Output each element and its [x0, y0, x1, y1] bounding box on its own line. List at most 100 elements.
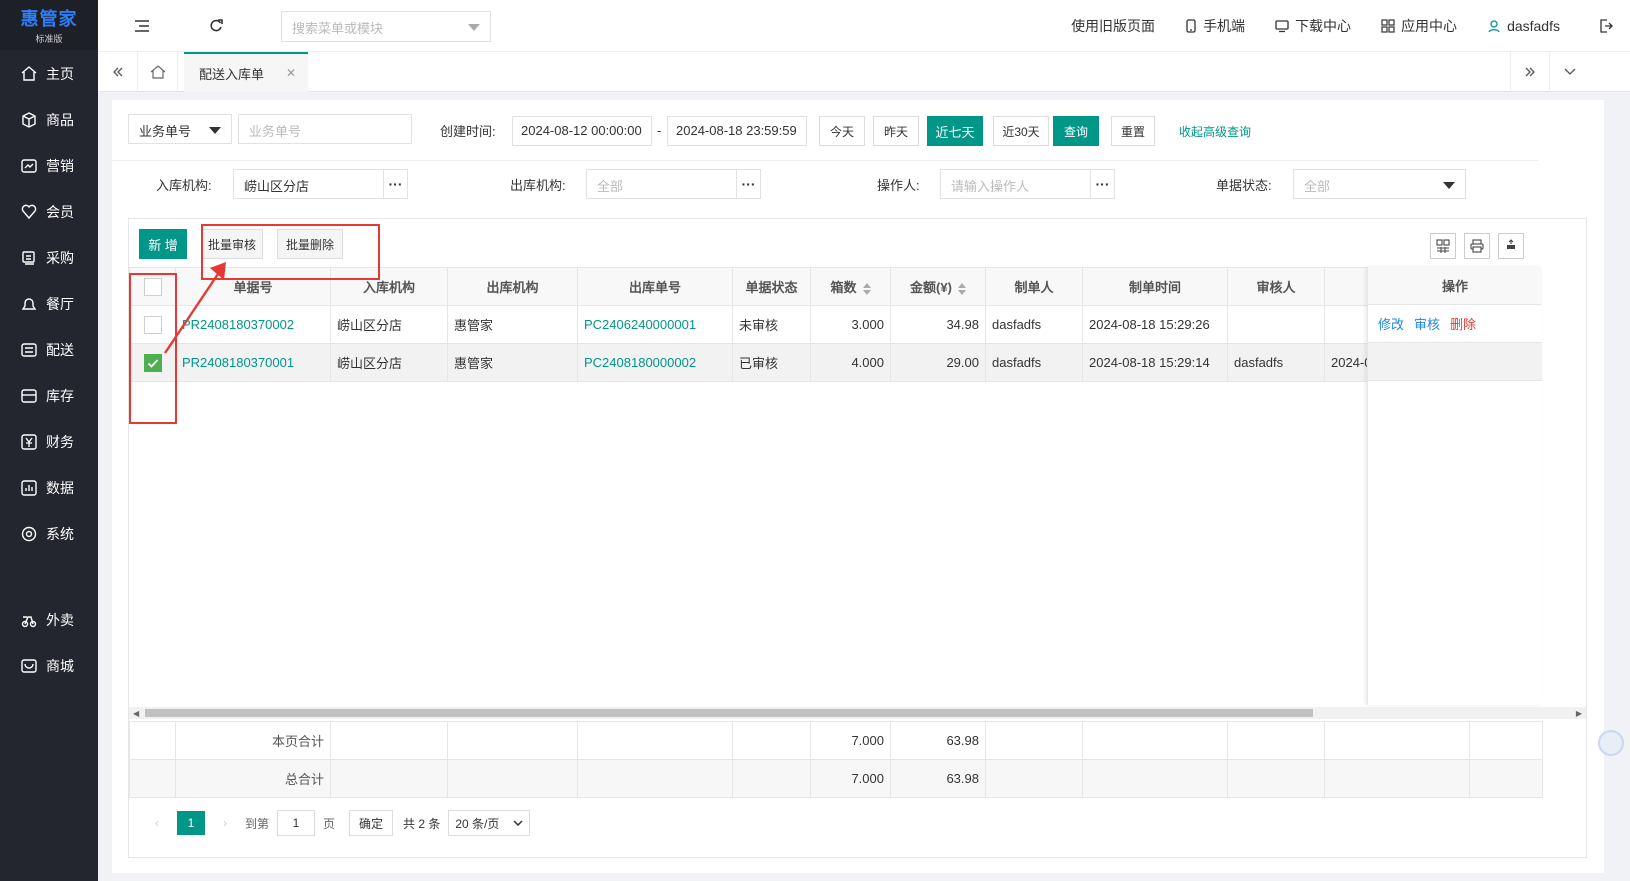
annotation-arrow-icon [164, 262, 226, 354]
menu-toggle-icon[interactable] [126, 10, 158, 42]
goto-page-input[interactable]: 1 [277, 810, 316, 836]
sidebar-item-10[interactable]: 系统 [0, 510, 74, 558]
out-org-input[interactable]: 全部 ··· [586, 169, 761, 199]
created-time-label: 创建时间: [440, 124, 496, 139]
sidebar-item-1[interactable]: 商品 [0, 96, 74, 144]
brand-logo[interactable]: 惠管家 标准版 [0, 0, 98, 50]
col-out-org[interactable]: 出库机构 [447, 267, 578, 306]
sort-icon[interactable] [862, 282, 871, 295]
close-icon[interactable]: ✕ [286, 66, 296, 80]
download-center-link[interactable]: 下载中心 [1275, 16, 1351, 36]
next-page-icon[interactable]: › [211, 811, 239, 835]
app-center-link[interactable]: 应用中心 [1381, 16, 1457, 36]
refresh-icon[interactable] [200, 10, 232, 42]
scroll-right-arrow-icon[interactable]: ▶ [1576, 709, 1582, 718]
download-center-label: 下载中心 [1295, 18, 1352, 34]
sidebar-item-0[interactable]: 主页 [0, 50, 74, 98]
sidebar-item-7[interactable]: 库存 [0, 372, 74, 420]
home-tab-icon[interactable] [138, 52, 178, 92]
today-button[interactable]: 今天 [819, 116, 865, 146]
collapse-advanced-query-link[interactable]: 收起高级查询 [1179, 123, 1251, 140]
main-content: 业务单号 业务单号 创建时间: 2024-08-12 00:00:00 - 20… [112, 100, 1604, 873]
col-status[interactable]: 单据状态 [732, 267, 811, 306]
out-no-link[interactable]: PC2408180000002 [577, 343, 733, 382]
last-30-days-button[interactable]: 近30天 [993, 116, 1049, 146]
sidebar-item-label: 主页 [46, 66, 74, 82]
last-7-days-button[interactable]: 近七天 [927, 116, 983, 146]
logout-icon[interactable] [1590, 10, 1622, 42]
tab-delivery-inbound-label: 配送入库单 [199, 66, 265, 82]
operator-input[interactable]: 请输入操作人 ··· [940, 169, 1115, 199]
sidebar-item-label: 商城 [46, 658, 74, 674]
table-row[interactable]: PR2408180370001 崂山区分店 惠管家 PC240818000000… [129, 343, 1470, 382]
col-boxes[interactable]: 箱数 [810, 267, 891, 306]
print-icon[interactable] [1464, 233, 1490, 259]
more-dots-icon[interactable]: ··· [1090, 170, 1114, 198]
edit-link[interactable]: 修改 [1378, 314, 1404, 333]
user-menu[interactable]: dasfadfs [1487, 18, 1560, 34]
prev-page-icon[interactable]: ‹ [143, 811, 171, 835]
sidebar-item-label: 商品 [46, 112, 74, 128]
menu-search-select[interactable]: 搜索菜单或模块 [281, 11, 491, 42]
more-dots-icon[interactable]: ··· [383, 170, 407, 198]
tab-scroll-right-icon[interactable] [1510, 52, 1550, 92]
biz-type-select[interactable]: 业务单号 [128, 114, 232, 144]
scrollbar-thumb[interactable] [145, 709, 1313, 717]
sort-icon[interactable] [957, 282, 966, 295]
sidebar-item-5[interactable]: 餐厅 [0, 280, 74, 328]
sidebar-item-3[interactable]: 会员 [0, 188, 74, 236]
apps-grid-icon [1381, 19, 1395, 33]
tab-scroll-left-icon[interactable] [98, 52, 138, 92]
yesterday-button[interactable]: 昨天 [873, 116, 919, 146]
tab-delivery-inbound[interactable]: 配送入库单 ✕ [184, 52, 308, 92]
date-separator: - [657, 123, 662, 138]
page-number[interactable]: 1 [177, 811, 205, 835]
empty-cell [732, 759, 811, 798]
col-created-time[interactable]: 制单时间 [1082, 267, 1228, 306]
more-dots-icon[interactable]: ··· [736, 170, 760, 198]
add-button[interactable]: 新 增 [139, 229, 187, 259]
sidebar-item-6[interactable]: 配送 [0, 326, 74, 374]
sidebar-item-12[interactable]: 商城 [0, 642, 74, 690]
col-amount[interactable]: 金额(¥) [890, 267, 986, 306]
col-auditor[interactable]: 审核人 [1227, 267, 1325, 306]
columns-filter-icon[interactable] [1430, 233, 1456, 259]
floating-assistant-icon[interactable] [1598, 730, 1624, 756]
scroll-left-arrow-icon[interactable]: ◀ [133, 709, 139, 718]
audit-link[interactable]: 审核 [1414, 314, 1440, 333]
goto-confirm-button[interactable]: 确定 [349, 810, 394, 836]
status-cell: 已审核 [732, 343, 811, 382]
delete-link[interactable]: 删除 [1450, 314, 1476, 333]
query-button[interactable]: 查询 [1053, 116, 1099, 146]
old-version-link[interactable]: 使用旧版页面 [1071, 16, 1155, 36]
auditor-cell [1227, 305, 1325, 344]
export-icon[interactable] [1498, 233, 1524, 259]
biz-no-input[interactable]: 业务单号 [238, 114, 412, 144]
col-out-no[interactable]: 出库单号 [577, 267, 733, 306]
page-unit-label: 页 [323, 816, 336, 831]
page-size-select[interactable]: 20 条/页 [448, 810, 531, 836]
sidebar-item-8[interactable]: 财务 [0, 418, 74, 466]
sidebar-item-11[interactable]: 外卖 [0, 596, 74, 644]
out-no-link[interactable]: PC2406240000001 [577, 305, 733, 344]
col-creator[interactable]: 制单人 [985, 267, 1083, 306]
empty-cell [1082, 759, 1228, 798]
empty-cell [1469, 759, 1543, 798]
reset-button[interactable]: 重置 [1111, 116, 1155, 146]
home-icon [20, 65, 38, 83]
horizontal-scrollbar[interactable]: ◀ ▶ [129, 707, 1586, 719]
tab-menu-chevron-down-icon[interactable] [1550, 52, 1590, 92]
sidebar-item-4[interactable]: 采购 [0, 234, 74, 282]
grand-total-label: 总合计 [175, 759, 331, 798]
sidebar-item-2[interactable]: 营销 [0, 142, 74, 190]
date-end-input[interactable]: 2024-08-18 23:59:59 [667, 116, 807, 146]
storage-icon [20, 387, 38, 405]
date-start-input[interactable]: 2024-08-12 00:00:00 [512, 116, 652, 146]
doc-status-select[interactable]: 全部 [1293, 169, 1466, 199]
sidebar-item-9[interactable]: 数据 [0, 464, 74, 512]
page-total-boxes: 7.000 [810, 721, 891, 760]
in-org-input[interactable]: 崂山区分店 ··· [233, 169, 408, 199]
amount-cell: 34.98 [890, 305, 986, 344]
mobile-link[interactable]: 手机端 [1185, 16, 1245, 36]
table-row[interactable]: PR2408180370002 崂山区分店 惠管家 PC240624000000… [129, 305, 1470, 344]
